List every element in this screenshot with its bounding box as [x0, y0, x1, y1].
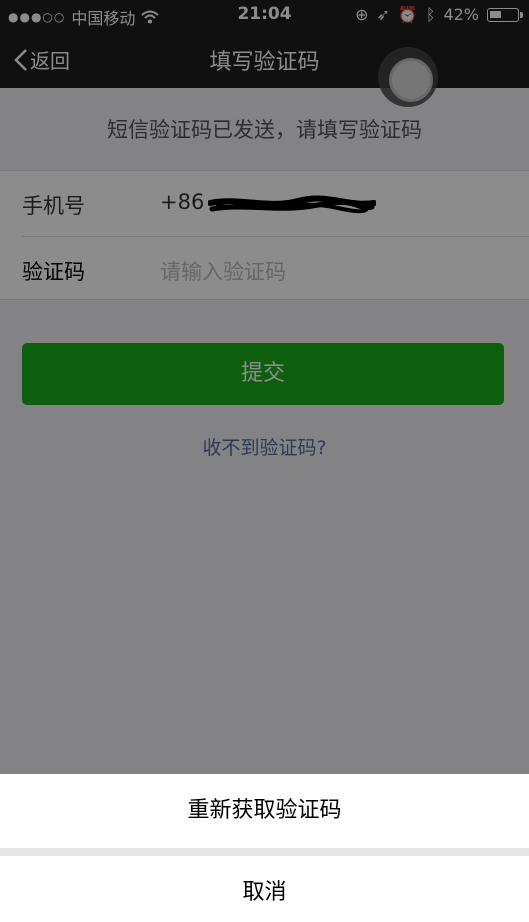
cancel-button[interactable]: 取消 [0, 856, 529, 922]
resend-code-button[interactable]: 重新获取验证码 [0, 774, 529, 848]
action-sheet: 重新获取验证码 取消 [0, 774, 529, 922]
